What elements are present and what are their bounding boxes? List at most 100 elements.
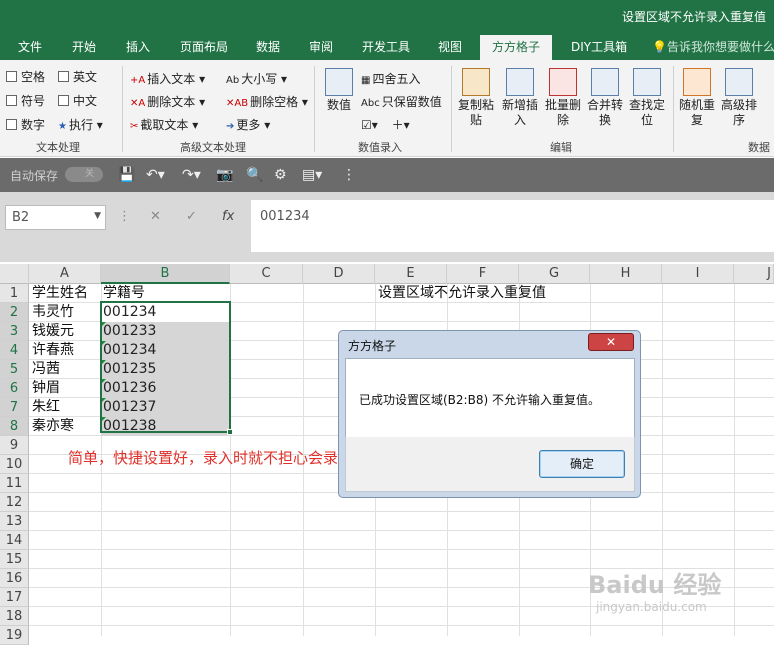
- row-header-17[interactable]: 17: [0, 588, 29, 607]
- cell-e1[interactable]: 设置区域不允许录入重复值: [378, 284, 546, 303]
- group-separator: [451, 66, 452, 152]
- cell-a1[interactable]: 学生姓名: [32, 284, 88, 303]
- batch-delete-button[interactable]: 批量删除: [543, 68, 583, 128]
- tab-diy-toolbox[interactable]: DIY工具箱: [571, 38, 627, 55]
- checkbox-chinese[interactable]: 中文: [58, 92, 97, 109]
- row-header-10[interactable]: 10: [0, 455, 29, 474]
- print-preview-icon[interactable]: 🔍: [246, 167, 263, 183]
- tab-insert[interactable]: 插入: [126, 38, 150, 55]
- checkbox-icon: [6, 71, 17, 82]
- column-header-j[interactable]: J: [734, 264, 774, 284]
- round-button[interactable]: ▦ 四舍五入: [361, 70, 420, 87]
- row-header-3[interactable]: 3: [0, 322, 29, 341]
- row-header-7[interactable]: 7: [0, 398, 29, 417]
- paint-icon[interactable]: ⚙: [274, 167, 287, 183]
- tab-data[interactable]: 数据: [256, 38, 280, 55]
- tab-file[interactable]: 文件: [18, 38, 42, 55]
- column-header-b[interactable]: B: [101, 264, 230, 284]
- column-header-d[interactable]: D: [303, 264, 375, 284]
- row-header-13[interactable]: 13: [0, 512, 29, 531]
- merge-icon: [591, 68, 619, 96]
- enter-icon[interactable]: ✓: [186, 209, 197, 224]
- random-repeat-button[interactable]: 随机重复: [677, 68, 717, 128]
- row-header-18[interactable]: 18: [0, 607, 29, 626]
- formula-input[interactable]: 001234: [251, 200, 774, 252]
- delete-text-icon: ✕A: [130, 98, 146, 109]
- tab-fangfang[interactable]: 方方格子: [480, 35, 553, 60]
- case-button[interactable]: Ab 大小写 ▾: [226, 70, 287, 87]
- tab-view[interactable]: 视图: [438, 38, 462, 55]
- ok-button[interactable]: 确定: [539, 450, 625, 478]
- tab-developer[interactable]: 开发工具: [362, 38, 410, 55]
- row-header-8[interactable]: 8: [0, 417, 29, 436]
- more-options-icon[interactable]: ⋮: [118, 209, 131, 224]
- column-header-a[interactable]: A: [29, 264, 101, 284]
- cancel-icon[interactable]: ✕: [150, 209, 161, 224]
- column-header-f[interactable]: F: [447, 264, 519, 284]
- autosave-toggle[interactable]: 关: [65, 167, 103, 182]
- name-box[interactable]: B2 ▼: [5, 205, 106, 230]
- form-icon[interactable]: ▤▾: [302, 167, 322, 183]
- cell-a7[interactable]: 朱红: [32, 398, 60, 417]
- undo-icon[interactable]: ↶▾: [146, 167, 165, 183]
- extract-text-button[interactable]: ✂ 截取文本 ▾: [130, 116, 198, 133]
- cell-a2[interactable]: 韦灵竹: [32, 303, 74, 322]
- advanced-sort-button[interactable]: 高级排序: [719, 68, 759, 128]
- row-header-16[interactable]: 16: [0, 569, 29, 588]
- chevron-down-icon[interactable]: ▼: [94, 211, 101, 221]
- cell-a4[interactable]: 许春燕: [32, 341, 74, 360]
- round-label: 四舍五入: [372, 72, 421, 86]
- execute-button[interactable]: ★ 执行 ▾: [58, 116, 103, 133]
- entry-tools[interactable]: ☑▾ ＋▾: [361, 116, 410, 133]
- insert-text-button[interactable]: +A 插入文本 ▾: [130, 70, 205, 87]
- cell-a8[interactable]: 秦亦寒: [32, 417, 74, 436]
- camera-icon[interactable]: 📷: [216, 167, 233, 183]
- checkbox-symbol[interactable]: 符号: [6, 92, 45, 109]
- function-icon[interactable]: fx: [222, 209, 234, 224]
- checkbox-english[interactable]: 英文: [58, 68, 97, 85]
- add-insert-button[interactable]: 新增插入: [500, 68, 540, 128]
- tab-review[interactable]: 审阅: [309, 38, 333, 55]
- save-icon[interactable]: 💾: [118, 167, 135, 183]
- row-header-4[interactable]: 4: [0, 341, 29, 360]
- column-header-c[interactable]: C: [230, 264, 303, 284]
- plus-icon: ＋▾: [391, 118, 410, 132]
- cell-a5[interactable]: 冯茜: [32, 360, 60, 379]
- cell-a3[interactable]: 钱媛元: [32, 322, 74, 341]
- row-header-9[interactable]: 9: [0, 436, 29, 455]
- row-header-1[interactable]: 1: [0, 284, 29, 303]
- random-icon: [683, 68, 711, 96]
- tell-me-box[interactable]: 💡告诉我你想要做什么: [652, 38, 774, 55]
- number-button[interactable]: 数值: [322, 68, 356, 113]
- row-header-15[interactable]: 15: [0, 550, 29, 569]
- more-button[interactable]: ➔ 更多 ▾: [226, 116, 270, 133]
- select-all-corner[interactable]: [0, 264, 29, 284]
- row-header-14[interactable]: 14: [0, 531, 29, 550]
- grid-line: [29, 549, 774, 550]
- customize-qat-icon[interactable]: ⋮: [342, 167, 356, 183]
- redo-icon[interactable]: ↷▾: [182, 167, 201, 183]
- fill-handle[interactable]: [227, 429, 233, 435]
- checkbox-space[interactable]: 空格: [6, 68, 45, 85]
- column-header-e[interactable]: E: [375, 264, 447, 284]
- close-icon[interactable]: ✕: [588, 333, 634, 351]
- checkbox-number[interactable]: 数字: [6, 116, 45, 133]
- copy-paste-button[interactable]: 复制粘贴: [456, 68, 496, 128]
- tab-home[interactable]: 开始: [72, 38, 96, 55]
- row-header-11[interactable]: 11: [0, 474, 29, 493]
- remove-space-button[interactable]: ✕AB 删除空格 ▾: [226, 93, 308, 110]
- merge-convert-button[interactable]: 合并转换: [585, 68, 625, 128]
- delete-text-button[interactable]: ✕A 删除文本 ▾: [130, 93, 205, 110]
- column-header-g[interactable]: G: [519, 264, 590, 284]
- tab-page-layout[interactable]: 页面布局: [180, 38, 228, 55]
- row-header-6[interactable]: 6: [0, 379, 29, 398]
- row-header-2[interactable]: 2: [0, 303, 29, 322]
- keep-values-button[interactable]: Abc 只保留数值: [361, 93, 442, 110]
- find-locate-button[interactable]: 查找定位: [627, 68, 667, 128]
- arrow-right-icon: ➔: [226, 121, 235, 132]
- cell-a6[interactable]: 钟眉: [32, 379, 60, 398]
- column-header-h[interactable]: H: [590, 264, 662, 284]
- column-header-i[interactable]: I: [662, 264, 734, 284]
- row-header-12[interactable]: 12: [0, 493, 29, 512]
- row-header-5[interactable]: 5: [0, 360, 29, 379]
